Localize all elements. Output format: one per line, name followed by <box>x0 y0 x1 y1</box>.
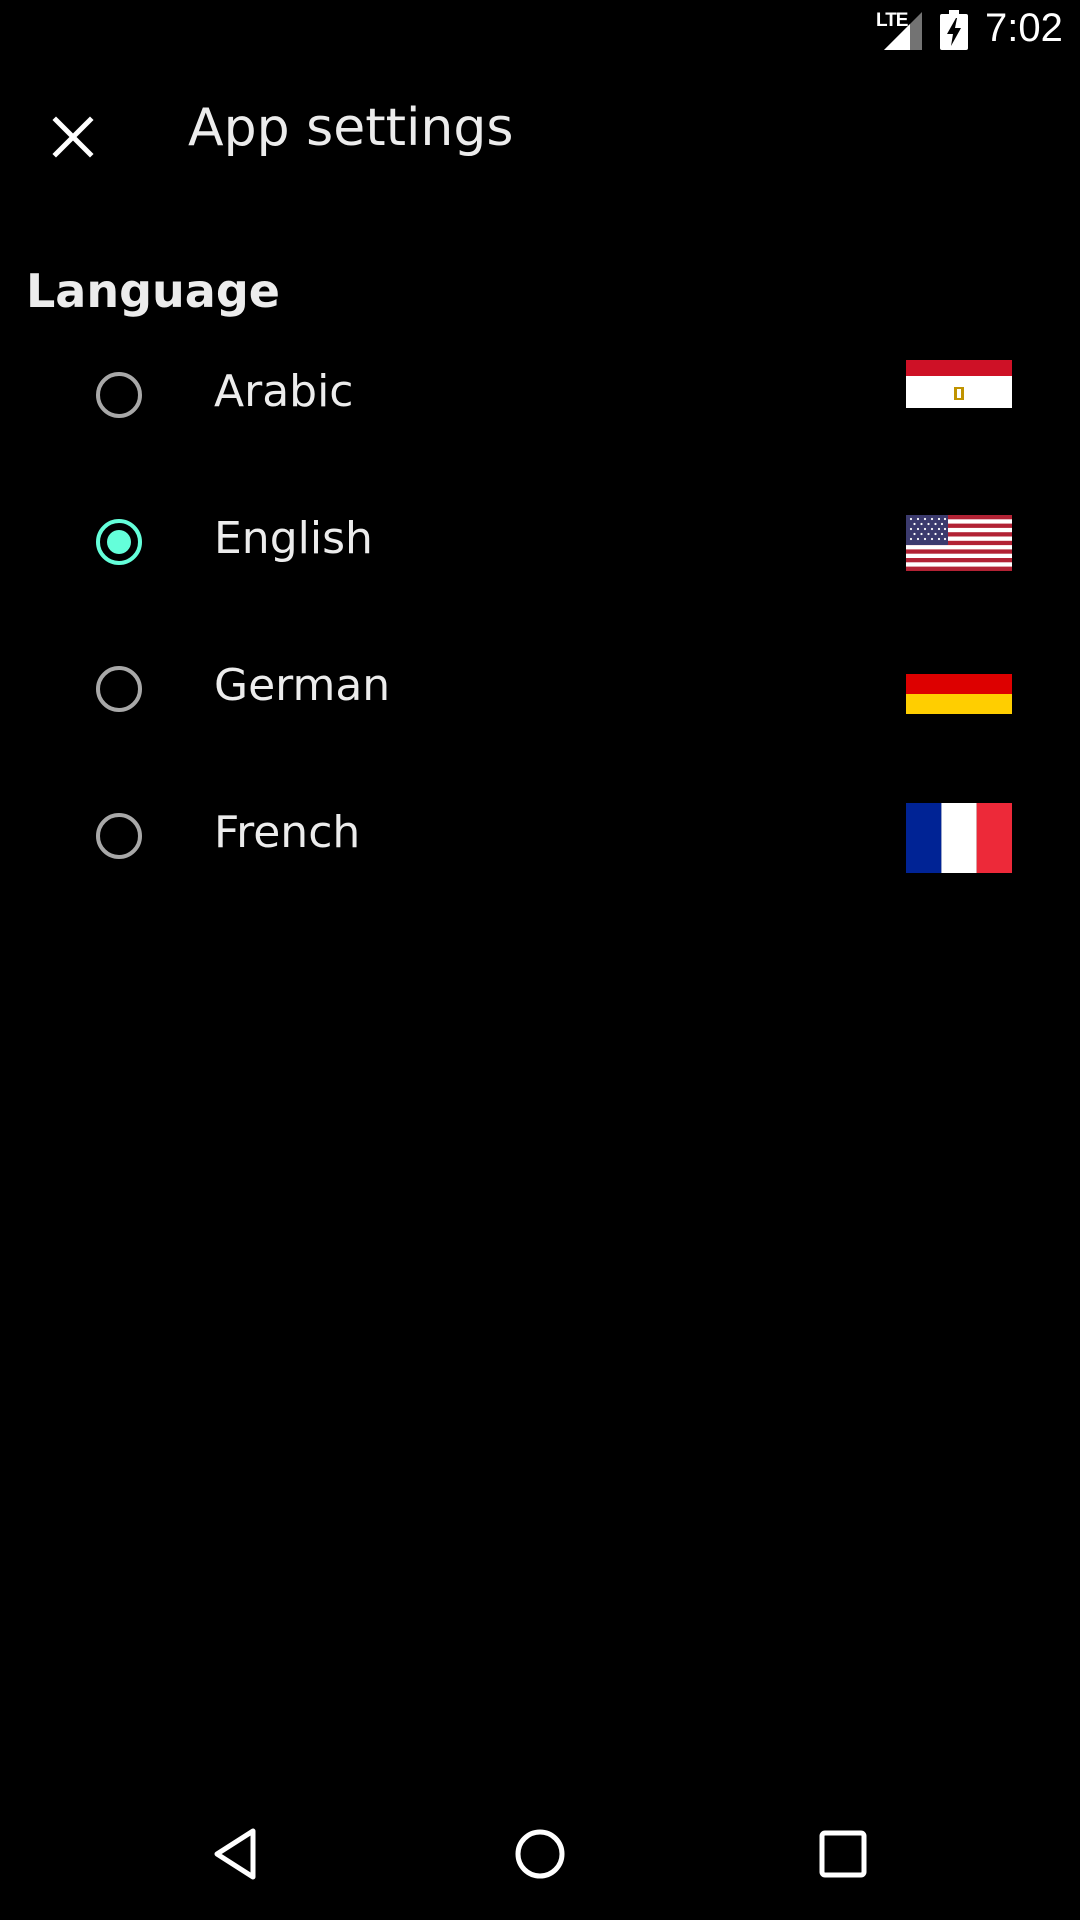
toolbar: App settings <box>0 64 1080 204</box>
radio-button-french[interactable] <box>96 813 142 859</box>
germany-flag-icon <box>906 672 1012 714</box>
back-icon <box>214 1828 256 1880</box>
recents-button[interactable] <box>803 1814 883 1894</box>
home-button[interactable] <box>500 1814 580 1894</box>
back-button[interactable] <box>196 1814 276 1894</box>
page-title: App settings <box>188 98 514 158</box>
language-option-arabic[interactable]: Arabic <box>0 330 1080 477</box>
system-navigation-bar <box>0 1790 1080 1920</box>
status-bar: LTE 7:02 <box>0 0 1080 64</box>
language-option-german[interactable]: German <box>0 624 1080 771</box>
language-radio-group: Arabic English German French <box>0 330 1080 918</box>
egypt-flag-icon <box>906 360 1012 408</box>
radio-button-german[interactable] <box>96 666 142 712</box>
language-label: French <box>214 807 361 858</box>
status-time: 7:02 <box>985 6 1063 50</box>
close-button[interactable] <box>40 104 106 170</box>
battery-charging-icon <box>940 10 968 50</box>
signal-icon <box>884 12 922 50</box>
close-icon <box>52 116 94 158</box>
language-label: Arabic <box>214 366 354 417</box>
language-section-header: Language <box>26 264 280 318</box>
usa-flag-icon <box>906 515 1012 571</box>
home-icon <box>515 1829 565 1879</box>
language-option-french[interactable]: French <box>0 771 1080 918</box>
language-label: English <box>214 513 373 564</box>
france-flag-icon <box>906 803 1012 873</box>
language-label: German <box>214 660 391 711</box>
radio-button-arabic[interactable] <box>96 372 142 418</box>
settings-screen: LTE 7:02 App settings Language Arabic En… <box>0 0 1080 1920</box>
language-option-english[interactable]: English <box>0 477 1080 624</box>
radio-button-english[interactable] <box>96 519 142 565</box>
recents-icon <box>819 1830 867 1878</box>
